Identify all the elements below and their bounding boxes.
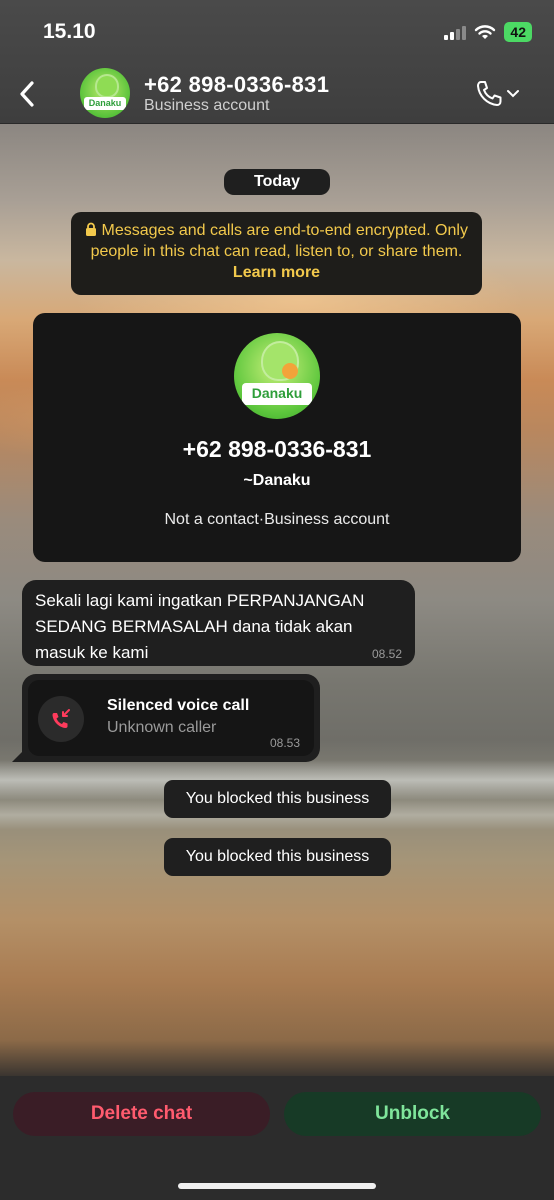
contact-subtitle: Business account	[144, 97, 270, 114]
avatar-logo-text: Danaku	[84, 97, 126, 110]
bottom-action-bar: Delete chat Unblock	[0, 1076, 554, 1200]
lock-icon	[86, 222, 97, 236]
profile-phone: +62 898-0336-831	[182, 436, 372, 462]
missed-call-icon	[52, 709, 70, 728]
call-title: Silenced voice call	[107, 697, 250, 714]
chat-header: 15.10 42 Danaku +62 898-0336-831 Busines…	[0, 0, 554, 124]
call-time: 08.53	[269, 736, 300, 750]
coin-icon	[282, 363, 298, 379]
missed-call-icon-wrap	[38, 696, 84, 742]
battery-indicator: 42	[504, 22, 532, 42]
chevron-down-icon	[507, 90, 519, 98]
home-indicator[interactable]	[178, 1183, 376, 1189]
call-message[interactable]: Silenced voice call Unknown caller 08.53	[22, 674, 320, 762]
encryption-text: Messages and calls are end-to-end encryp…	[90, 222, 468, 260]
learn-more-link[interactable]: Learn more	[233, 264, 320, 281]
incoming-message[interactable]: Sekali lagi kami ingatkan PERPANJANGAN S…	[22, 580, 415, 666]
wifi-icon	[475, 25, 496, 39]
call-button[interactable]	[474, 74, 528, 114]
avatar-logo-text: Danaku	[242, 383, 312, 405]
call-subtitle: Unknown caller	[107, 719, 217, 736]
money-bag-icon	[95, 74, 119, 98]
back-button[interactable]	[10, 72, 44, 116]
unblock-button[interactable]: Unblock	[284, 1092, 541, 1136]
chevron-left-icon	[20, 81, 34, 107]
business-avatar: Danaku	[234, 333, 320, 419]
system-notice: You blocked this business	[164, 838, 391, 876]
signal-icon	[444, 24, 467, 40]
system-notice: You blocked this business	[164, 780, 391, 818]
business-profile-card[interactable]: Danaku +62 898-0336-831 ~Danaku Not a co…	[33, 313, 521, 562]
date-separator: Today	[224, 169, 330, 195]
contact-name[interactable]: +62 898-0336-831	[144, 72, 329, 98]
profile-info: Not a contact·Business account	[164, 511, 390, 528]
encryption-notice[interactable]: Messages and calls are end-to-end encryp…	[71, 212, 482, 295]
status-time: 15.10	[43, 20, 96, 43]
profile-alias: ~Danaku	[243, 472, 311, 489]
contact-avatar[interactable]: Danaku	[80, 68, 130, 118]
delete-chat-button[interactable]: Delete chat	[13, 1092, 270, 1136]
message-time: 08.52	[371, 647, 402, 661]
call-card[interactable]: Silenced voice call Unknown caller 08.53	[28, 680, 314, 756]
phone-icon	[477, 81, 502, 106]
status-icons: 42	[444, 22, 532, 42]
message-text: Sekali lagi kami ingatkan PERPANJANGAN S…	[35, 591, 365, 662]
